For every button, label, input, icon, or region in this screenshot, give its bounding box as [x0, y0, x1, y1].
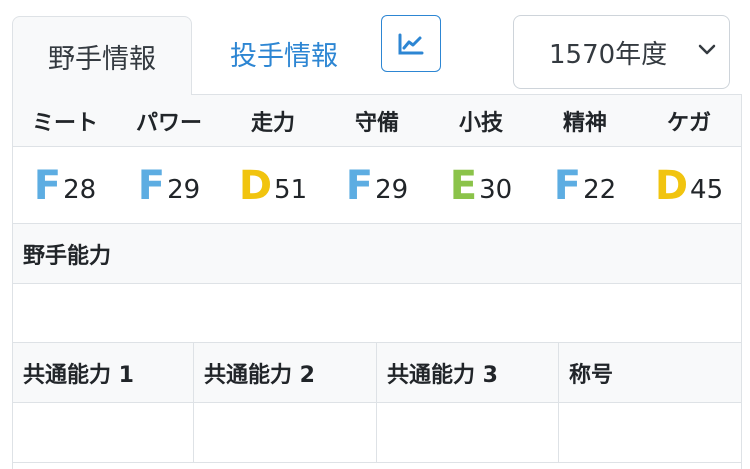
grade-letter: F	[137, 162, 166, 209]
ability-value-row	[13, 403, 741, 463]
stat-mental: F 22	[533, 147, 637, 224]
stat-meet: F 28	[13, 147, 117, 224]
fielder-info-panel: ミート パワー 走力 守備 小技 精神 ケガ F 28 F 29 D 51 F …	[12, 94, 742, 469]
grade-letter: F	[345, 162, 374, 209]
grade-letter: F	[33, 162, 62, 209]
stat-header-mental: 精神	[562, 111, 607, 136]
stat-header-meet: ミート	[31, 111, 98, 136]
fielder-ability-row	[13, 284, 741, 343]
stat-injury: D 45	[637, 147, 741, 224]
title-cell	[559, 403, 743, 462]
stat-technique: E 30	[429, 147, 533, 224]
stat-number: 30	[479, 174, 513, 205]
fielder-ability-title: 野手能力	[13, 224, 741, 284]
common-ability-3-header: 共通能力 3	[377, 343, 559, 402]
common-ability-1-header: 共通能力 1	[13, 343, 194, 402]
stats-value-row: F 28 F 29 D 51 F 29 E 30 F 22 D 45	[13, 147, 741, 224]
stat-power: F 29	[117, 147, 221, 224]
common-ability-3-cell	[377, 403, 559, 462]
title-header: 称号	[569, 362, 614, 388]
grade-letter: D	[654, 162, 689, 209]
common-ability-1-cell	[13, 403, 194, 462]
stat-number: 51	[274, 174, 308, 205]
chart-button[interactable]	[381, 15, 441, 72]
stat-header-defense: 守備	[354, 111, 399, 136]
year-select[interactable]: 1570年度	[513, 15, 730, 89]
common-ability-2-cell	[194, 403, 377, 462]
grade-letter: F	[553, 162, 582, 209]
stat-speed: D 51	[221, 147, 325, 224]
stats-header-row: ミート パワー 走力 守備 小技 精神 ケガ	[13, 95, 741, 147]
tab-pitcher-info[interactable]: 投手情報	[196, 14, 372, 93]
stat-number: 45	[690, 174, 724, 205]
stat-header-power: パワー	[135, 111, 202, 136]
stat-header-technique: 小技	[458, 111, 503, 136]
common-ability-2-header: 共通能力 2	[194, 343, 377, 402]
stat-number: 29	[375, 174, 409, 205]
stat-header-speed: 走力	[250, 111, 295, 136]
line-chart-icon	[398, 33, 424, 54]
stat-defense: F 29	[325, 147, 429, 224]
stat-number: 28	[63, 174, 97, 205]
ability-header-row: 共通能力 1 共通能力 2 共通能力 3 称号	[13, 343, 741, 403]
grade-letter: E	[449, 162, 478, 209]
tab-fielder-info[interactable]: 野手情報	[12, 16, 192, 95]
stat-number: 22	[583, 174, 617, 205]
stat-number: 29	[167, 174, 201, 205]
chevron-down-icon	[698, 44, 716, 55]
stat-header-injury: ケガ	[666, 111, 711, 136]
year-select-value: 1570年度	[549, 39, 668, 70]
grade-letter: D	[238, 162, 273, 209]
